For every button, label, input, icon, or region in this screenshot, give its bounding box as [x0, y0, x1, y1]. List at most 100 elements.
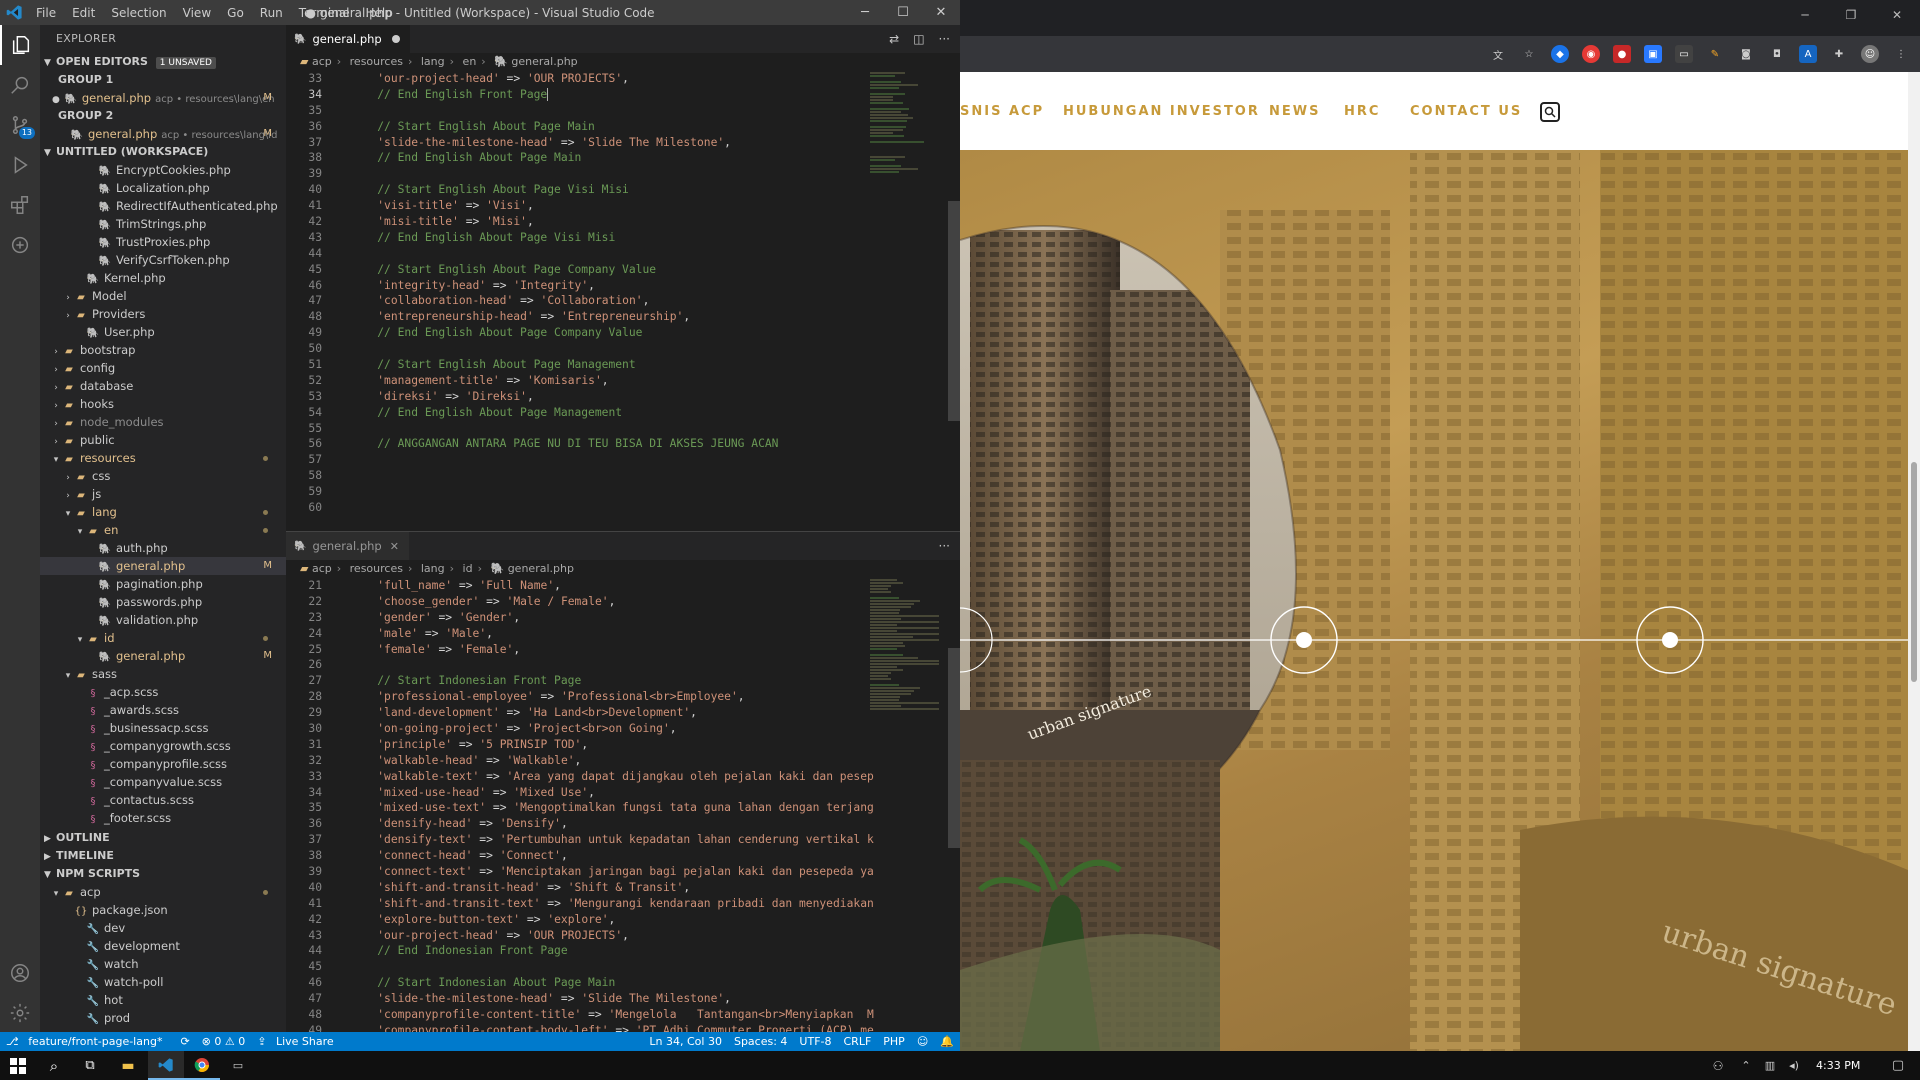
code-line[interactable]: 43 // End English About Page Visi Misi [286, 230, 876, 246]
extensions-puzzle-icon[interactable]: ✚ [1830, 45, 1848, 63]
tree-item[interactable]: › ▰ css [40, 467, 286, 485]
profile-avatar-icon[interactable]: ☺ [1861, 45, 1879, 63]
breadcrumb-item[interactable]: general.php [508, 562, 574, 575]
extension-blue-icon[interactable]: ▣ [1644, 45, 1662, 63]
code-line[interactable]: 36 'densify-head' => 'Densify', [286, 816, 874, 832]
menu-file[interactable]: File [28, 0, 64, 25]
menu-view[interactable]: View [175, 0, 219, 25]
code-line[interactable]: 59 [286, 484, 876, 500]
code-line[interactable]: 43 'our-project-head' => 'OUR PROJECTS', [286, 928, 874, 944]
browser-menu-icon[interactable]: ⋮ [1892, 45, 1910, 63]
tree-item[interactable]: › ▰ Model [40, 287, 286, 305]
sync-icon[interactable]: ⟳ [174, 1035, 195, 1048]
tree-item[interactable]: 🐘 pagination.php [40, 575, 286, 593]
tree-item[interactable]: ▾ ▰ lang [40, 503, 286, 521]
clock[interactable]: 4:33 PM [1816, 1059, 1860, 1072]
cursor-position[interactable]: Ln 34, Col 30 [643, 1035, 728, 1048]
breadcrumb-item[interactable]: resources [350, 562, 403, 575]
open-editor-group1-file[interactable]: ● 🐘 general.php acp • resources\lang\en M [40, 89, 286, 107]
menu-terminal[interactable]: Terminal [291, 0, 358, 25]
code-line[interactable]: 48 'companyprofile-content-title' => 'Me… [286, 1007, 874, 1023]
open-editors-section[interactable]: ▼ OPEN EDITORS 1 UNSAVED [40, 53, 286, 71]
tree-item[interactable]: 🔧 hot [40, 991, 286, 1009]
code-line[interactable]: 33 'walkable-text' => 'Area yang dapat d… [286, 769, 874, 785]
translate2-icon[interactable]: A [1799, 45, 1817, 63]
tree-item[interactable]: › ▰ js [40, 485, 286, 503]
scrollbar-thumb[interactable] [948, 201, 960, 421]
code-line[interactable]: 28 'professional-employee' => 'Professio… [286, 689, 874, 705]
breadcrumb-item[interactable]: lang [421, 55, 445, 68]
code-line[interactable]: 41 'shift-and-transit-text' => 'Menguran… [286, 896, 874, 912]
breadcrumb-item[interactable]: general.php [511, 55, 577, 68]
search-icon[interactable] [1540, 102, 1560, 122]
code-line[interactable]: 26 [286, 657, 874, 673]
tree-item[interactable]: ▾ ▰ en [40, 521, 286, 539]
tree-item[interactable]: › ▰ bootstrap [40, 341, 286, 359]
tree-item[interactable]: › ▰ database [40, 377, 286, 395]
code-area[interactable]: 33 'our-project-head' => 'OUR PROJECTS',… [286, 71, 876, 531]
breadcrumb-item[interactable]: lang [421, 562, 445, 575]
open-editor-group2-file[interactable]: 🐘 general.php acp • resources\lang\id M [40, 125, 286, 143]
breadcrumb-item[interactable]: en [463, 55, 477, 68]
camera2-icon[interactable]: ◘ [1768, 45, 1786, 63]
timeline-section[interactable]: ▶ TIMELINE [40, 847, 286, 865]
unsaved-dot-icon[interactable]: ● [52, 95, 60, 105]
code-line[interactable]: 37 'densify-text' => 'Pertumbuhan untuk … [286, 832, 874, 848]
extension-red-icon[interactable]: ◉ [1582, 45, 1600, 63]
tree-item[interactable]: 🐘 general.php M [40, 557, 286, 575]
account-icon[interactable] [0, 953, 40, 993]
tree-item[interactable]: 🐘 Kernel.php [40, 269, 286, 287]
nav-hrc[interactable]: HRC [1344, 104, 1380, 119]
tree-item[interactable]: 🐘 RedirectIfAuthenticated.php [40, 197, 286, 215]
explorer-icon[interactable] [0, 25, 40, 65]
browser-scrollbar[interactable] [1908, 72, 1920, 1051]
bookmark-star-icon[interactable]: ☆ [1520, 45, 1538, 63]
tree-item[interactable]: § _footer.scss [40, 809, 286, 827]
tree-item[interactable]: § _companyvalue.scss [40, 773, 286, 791]
tree-item[interactable]: 🔧 development [40, 937, 286, 955]
code-line[interactable]: 39 'connect-text' => 'Menciptakan jaring… [286, 864, 874, 880]
source-control-icon[interactable]: 13 [0, 105, 40, 145]
close-icon[interactable]: ✕ [922, 0, 960, 25]
split-editor-icon[interactable]: ◫ [913, 32, 924, 46]
tree-item[interactable]: § _companygrowth.scss [40, 737, 286, 755]
editor-scrollbar[interactable] [948, 71, 960, 531]
extension-pencil-icon[interactable]: ✎ [1706, 45, 1724, 63]
breadcrumb-item[interactable]: acp [312, 55, 332, 68]
tree-item[interactable]: ▾ ▰ id [40, 629, 286, 647]
code-line[interactable]: 45 // Start English About Page Company V… [286, 262, 876, 278]
tree-item[interactable]: § _acp.scss [40, 683, 286, 701]
task-view-icon[interactable]: ⧉ [72, 1051, 108, 1080]
code-line[interactable]: 37 'slide-the-milestone-head' => 'Slide … [286, 135, 876, 151]
tree-item[interactable]: 🐘 passwords.php [40, 593, 286, 611]
more-actions-icon[interactable]: ··· [939, 539, 950, 553]
code-line[interactable]: 56 // ANGGANGAN ANTARA PAGE NU DI TEU BI… [286, 436, 876, 452]
unsaved-dot-icon[interactable] [391, 35, 400, 43]
code-line[interactable]: 36 // Start English About Page Main [286, 119, 876, 135]
code-line[interactable]: 39 [286, 166, 876, 182]
branch-status[interactable]: ⎇ feature/front-page-lang* [0, 1035, 174, 1048]
code-line[interactable]: 44 // End Indonesian Front Page [286, 943, 874, 959]
nav-news[interactable]: NEWS [1269, 104, 1320, 119]
tree-item[interactable]: 🐘 validation.php [40, 611, 286, 629]
code-line[interactable]: 57 [286, 452, 876, 468]
tab-general-php-id[interactable]: 🐘 general.php ✕ [286, 532, 409, 560]
tree-item[interactable]: § _companyprofile.scss [40, 755, 286, 773]
maximize-icon[interactable]: ☐ [884, 0, 922, 25]
code-line[interactable]: 35 [286, 103, 876, 119]
menu-selection[interactable]: Selection [103, 0, 174, 25]
tree-item[interactable]: 🐘 auth.php [40, 539, 286, 557]
tree-item[interactable]: 🔧 prod [40, 1009, 286, 1027]
code-line[interactable]: 47 'collaboration-head' => 'Collaboratio… [286, 293, 876, 309]
code-line[interactable]: 55 [286, 421, 876, 437]
extension-green-icon[interactable]: ◆ [1551, 45, 1569, 63]
code-line[interactable]: 52 'management-title' => 'Komisaris', [286, 373, 876, 389]
code-line[interactable]: 45 [286, 959, 874, 975]
eol-status[interactable]: CRLF [838, 1035, 878, 1048]
code-line[interactable]: 38 'connect-head' => 'Connect', [286, 848, 874, 864]
feedback-icon[interactable]: ☺ [911, 1035, 934, 1048]
code-line[interactable]: 49 // End English About Page Company Val… [286, 325, 876, 341]
tree-item[interactable]: 🐘 User.php [40, 323, 286, 341]
extension-screen-icon[interactable]: ▭ [1675, 45, 1693, 63]
taskbar-vscode-icon[interactable] [148, 1051, 184, 1080]
